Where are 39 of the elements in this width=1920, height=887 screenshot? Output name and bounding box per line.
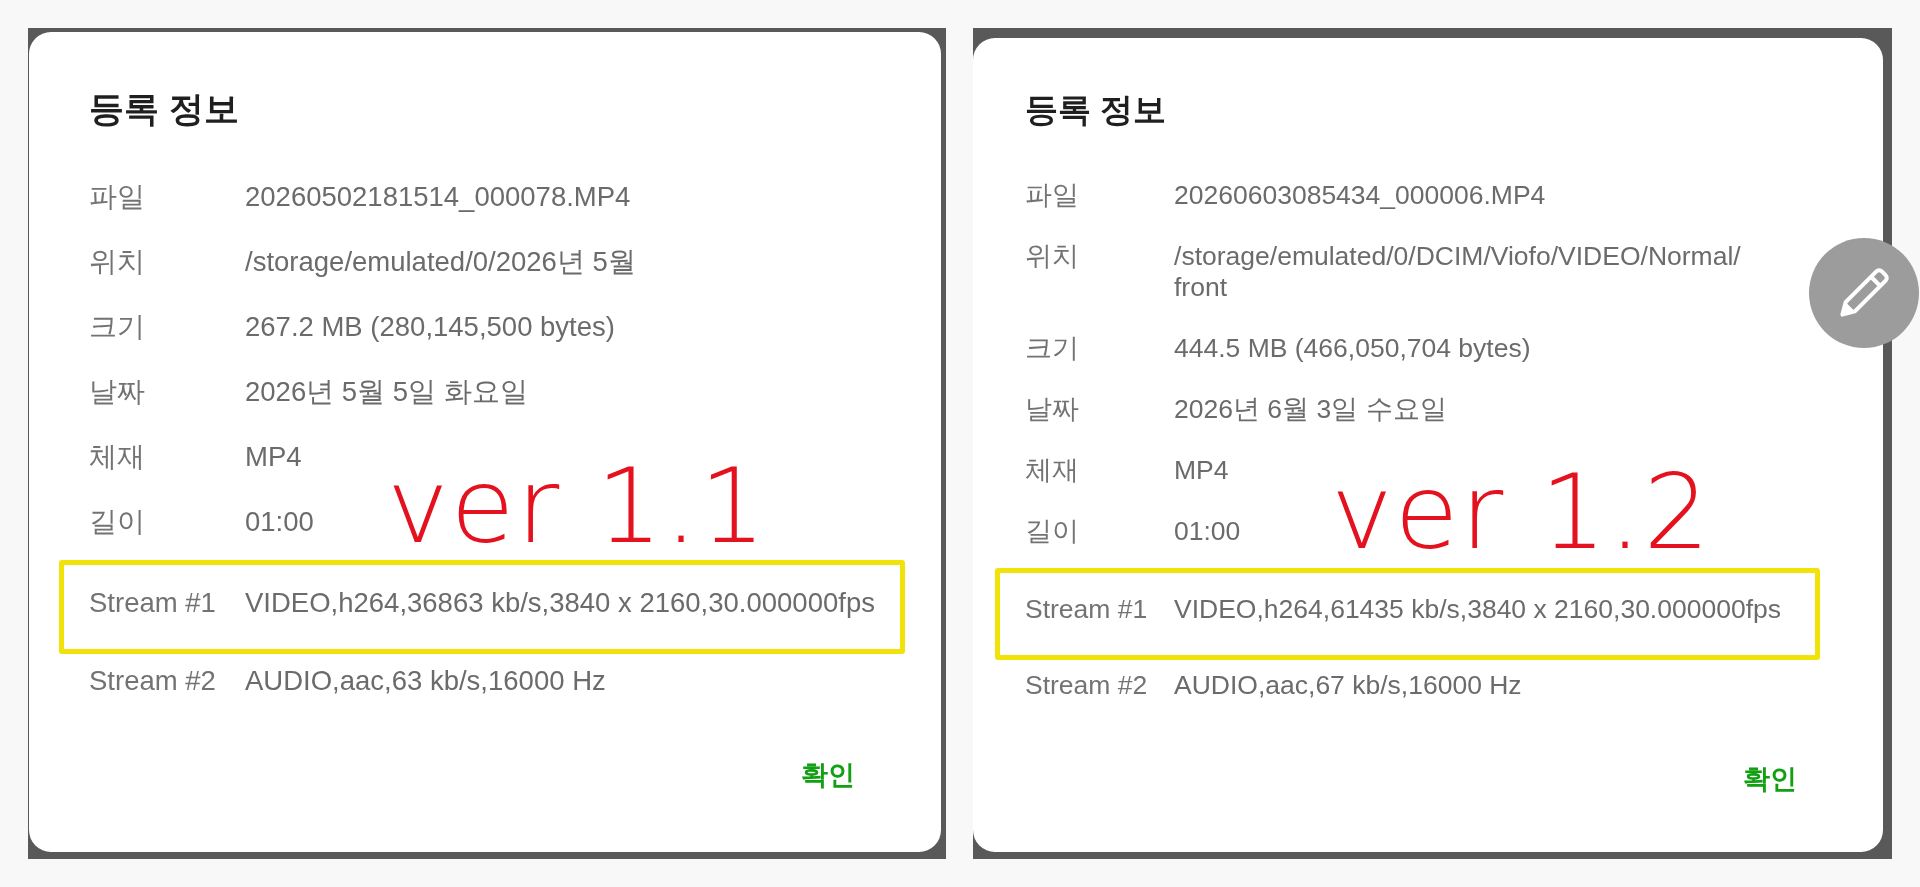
stream-label: Stream #2 [1025, 670, 1149, 701]
property-value: /storage/emulated/0/DCIM/Viofo/VIDEO/Normal/front [1174, 240, 1742, 303]
property-label: 크기 [89, 309, 146, 343]
property-label: 날짜 [1025, 393, 1080, 425]
stream-value: VIDEO,h264,36863 kb/s,3840 x 2160,30.000000fps [245, 586, 875, 619]
property-value: 2026년 6월 3일 수요일 [1174, 393, 1447, 425]
property-label: 체재 [89, 439, 146, 473]
dialog-title: 등록 정보 [89, 88, 239, 130]
property-label: 날짜 [89, 374, 146, 408]
property-value: 20260603085434_000006.MP4 [1174, 179, 1546, 211]
property-value: 01:00 [245, 504, 314, 538]
property-value: 444.5 MB (466,050,704 bytes) [1174, 332, 1531, 364]
dialog-title: 등록 정보 [1025, 90, 1167, 130]
property-value: /storage/emulated/0/2026년 5월 [245, 244, 636, 278]
property-label: 파일 [1025, 179, 1080, 211]
handwritten-note: ver 1.2 [1331, 460, 1712, 564]
confirm-button[interactable]: 확인 [1731, 754, 1809, 804]
property-value: MP4 [1174, 454, 1229, 486]
stream-value: AUDIO,aac,63 kb/s,16000 Hz [245, 664, 606, 697]
handwritten-note: ver 1.1 [387, 454, 768, 558]
property-label: 길이 [89, 504, 146, 538]
property-label: 위치 [1025, 240, 1080, 272]
property-label: 체재 [1025, 454, 1080, 486]
property-value: MP4 [245, 439, 302, 473]
property-label: 길이 [1025, 515, 1080, 547]
property-label: 크기 [1025, 332, 1080, 364]
stream-value: VIDEO,h264,61435 kb/s,3840 x 2160,30.000000fps [1174, 594, 1781, 625]
property-label: 파일 [89, 179, 146, 213]
property-value: 2026년 5월 5일 화요일 [245, 374, 528, 408]
pencil-icon [1837, 266, 1891, 320]
stream-label: Stream #1 [1025, 594, 1149, 625]
stream-value: AUDIO,aac,67 kb/s,16000 Hz [1174, 670, 1522, 701]
property-label: 위치 [89, 244, 146, 278]
property-value: 01:00 [1174, 515, 1241, 547]
stream-label: Stream #1 [89, 586, 217, 619]
confirm-button[interactable]: 확인 [789, 750, 867, 800]
stream-label: Stream #2 [89, 664, 217, 697]
property-value: 267.2 MB (280,145,500 bytes) [245, 309, 615, 343]
property-value: 20260502181514_000078.MP4 [245, 179, 631, 213]
